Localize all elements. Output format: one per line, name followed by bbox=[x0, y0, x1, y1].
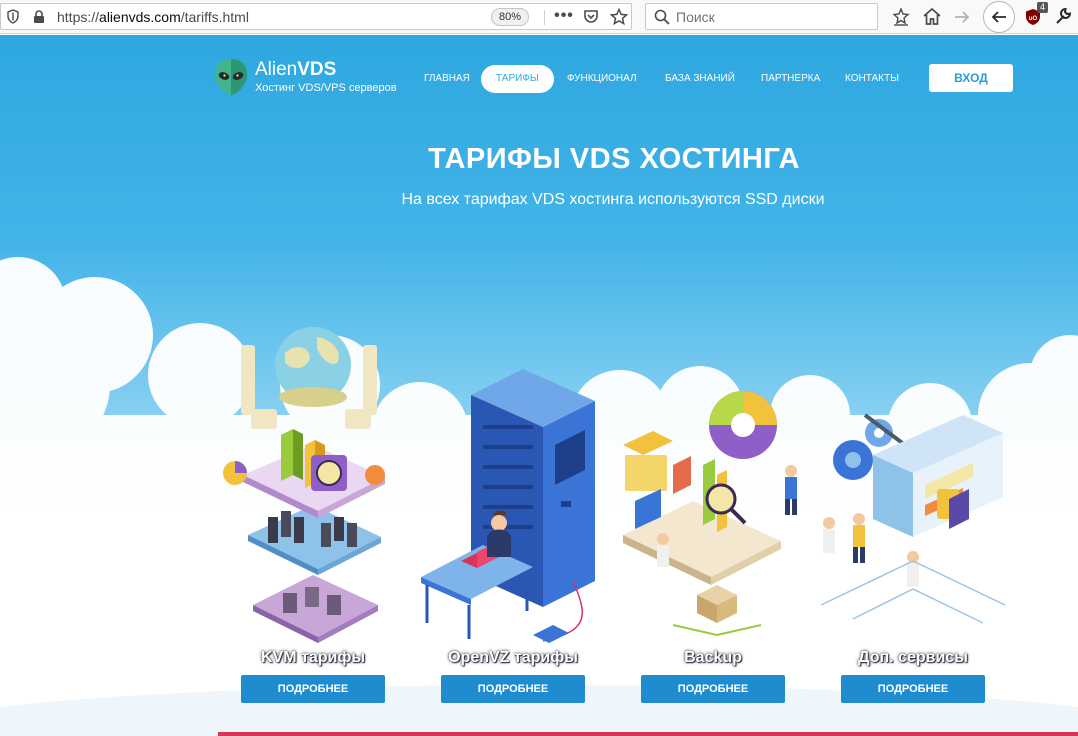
brand-tagline: Хостинг VDS/VPS серверов bbox=[255, 82, 397, 94]
nav-item-contacts[interactable]: КОНТАКТЫ bbox=[845, 65, 899, 93]
nav-item-home[interactable]: ГЛАВНАЯ bbox=[424, 65, 470, 93]
search-icon bbox=[654, 9, 670, 25]
nav-item-partners[interactable]: ПАРТНЕРКА bbox=[761, 65, 820, 93]
card-title-openvz: OpenVZ тарифы bbox=[448, 649, 578, 666]
url-text[interactable]: https://alienvds.com/tariffs.html bbox=[57, 9, 249, 25]
pocket-icon[interactable] bbox=[583, 9, 599, 25]
nav-item-tariffs[interactable]: ТАРИФЫ bbox=[481, 65, 554, 93]
url-path: /tariffs.html bbox=[180, 9, 249, 25]
back-button[interactable] bbox=[983, 1, 1015, 33]
forward-arrow-icon[interactable] bbox=[953, 8, 971, 26]
lock-icon[interactable] bbox=[32, 10, 46, 24]
page-viewport: AlienVDS Хостинг VDS/VPS серверов ГЛАВНА… bbox=[0, 35, 1078, 736]
login-button[interactable]: ВХОД bbox=[929, 64, 1013, 92]
backup-illustration bbox=[623, 391, 797, 637]
card-title-services: Доп. сервисы bbox=[858, 649, 968, 666]
search-placeholder: Поиск bbox=[676, 9, 715, 25]
card-title-backup: Backup bbox=[684, 649, 742, 666]
svg-text:uO: uO bbox=[1029, 16, 1038, 22]
zoom-indicator[interactable]: 80% bbox=[491, 8, 530, 26]
library-icon[interactable] bbox=[892, 8, 910, 26]
kvm-details-button[interactable]: ПОДРОБНЕЕ bbox=[241, 675, 385, 703]
brand-bold: VDS bbox=[297, 59, 337, 80]
search-input[interactable]: Поиск bbox=[645, 3, 878, 30]
openvz-details-button[interactable]: ПОДРОБНЕЕ bbox=[441, 675, 585, 703]
brand-light: Alien bbox=[255, 59, 298, 80]
alien-logo-icon bbox=[215, 59, 247, 95]
page-subtitle: На всех тарифах VDS хостинга используютс… bbox=[401, 191, 825, 208]
ublock-extension-button[interactable]: uO 4 bbox=[1025, 2, 1049, 26]
card-title-kvm: KVM тарифы bbox=[260, 649, 365, 666]
url-host: alienvds.com bbox=[99, 9, 181, 25]
url-scheme: https:// bbox=[57, 9, 100, 25]
section-divider bbox=[218, 732, 1078, 736]
tracking-shield-icon[interactable] bbox=[7, 9, 19, 24]
address-bar[interactable]: https://alienvds.com/tariffs.html 80% ••… bbox=[0, 3, 632, 30]
brand-name: AlienVDS bbox=[255, 59, 336, 81]
nav-item-features[interactable]: ФУНКЦИОНАЛ bbox=[567, 65, 637, 93]
back-arrow-icon bbox=[991, 11, 1006, 23]
bookmark-star-icon[interactable] bbox=[610, 8, 628, 26]
services-details-button[interactable]: ПОДРОБНЕЕ bbox=[841, 675, 985, 703]
page-actions-icon[interactable]: ••• bbox=[554, 6, 574, 26]
page-title: ТАРИФЫ VDS ХОСТИНГА bbox=[428, 143, 800, 175]
divider bbox=[544, 10, 545, 25]
home-icon[interactable] bbox=[922, 7, 942, 26]
wrench-icon[interactable] bbox=[1054, 7, 1072, 25]
site-logo[interactable]: AlienVDS Хостинг VDS/VPS серверов bbox=[213, 55, 413, 99]
backup-details-button[interactable]: ПОДРОБНЕЕ bbox=[641, 675, 785, 703]
kvm-stack-illustration bbox=[223, 327, 385, 643]
browser-toolbar: https://alienvds.com/tariffs.html 80% ••… bbox=[0, 0, 1078, 34]
server-rack-illustration bbox=[421, 369, 595, 643]
nav-item-knowledge-base[interactable]: БАЗА ЗНАНИЙ bbox=[665, 65, 735, 93]
ublock-count-badge: 4 bbox=[1037, 2, 1049, 13]
services-illustration bbox=[820, 413, 1006, 624]
